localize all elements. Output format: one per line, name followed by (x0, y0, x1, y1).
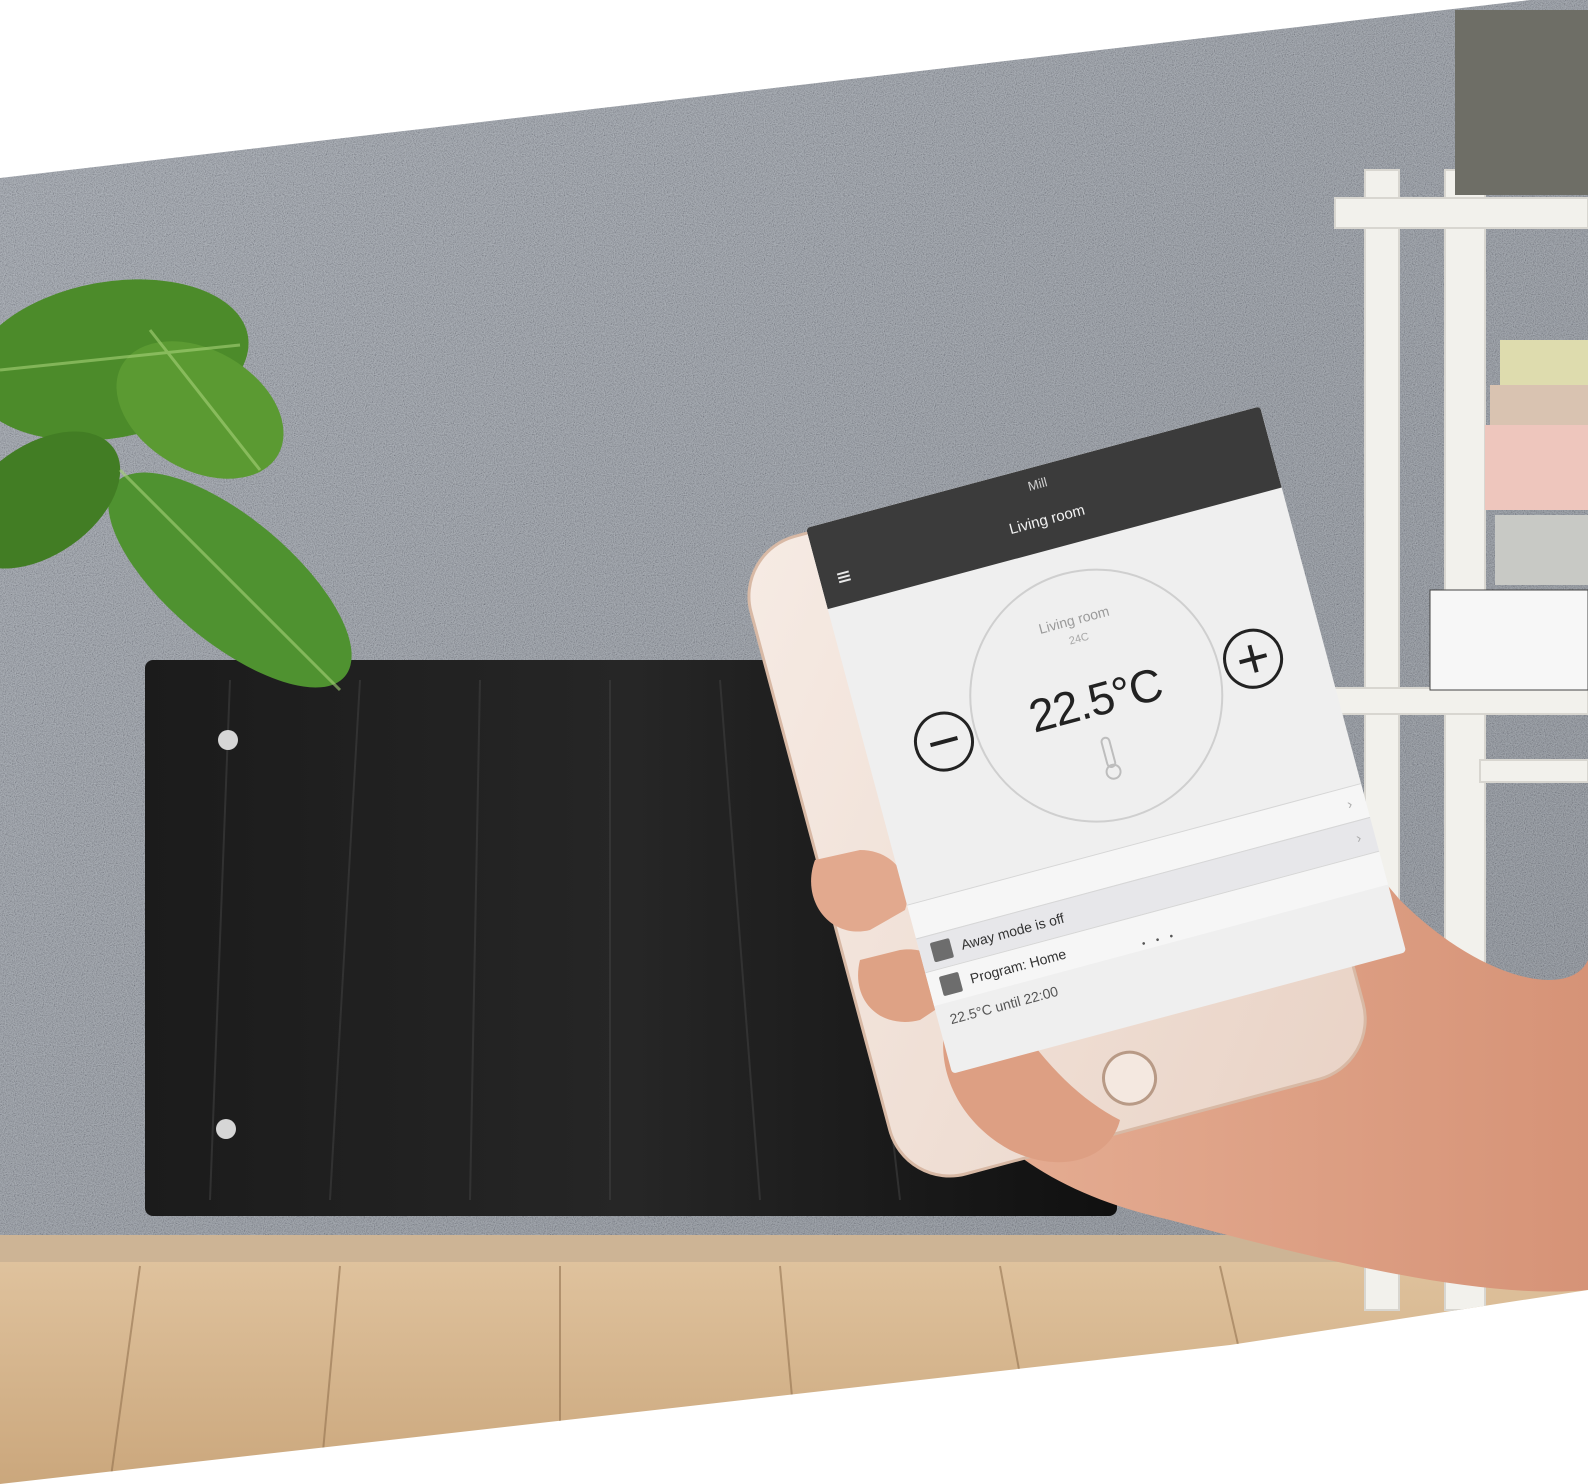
away-icon (929, 937, 955, 963)
photo-scene: Mill Living room Living room 24C 22.5°C … (0, 0, 1588, 1484)
chevron-right-icon: › (1354, 829, 1363, 846)
minus-icon (929, 736, 959, 748)
chevron-right-icon: › (1345, 795, 1354, 813)
